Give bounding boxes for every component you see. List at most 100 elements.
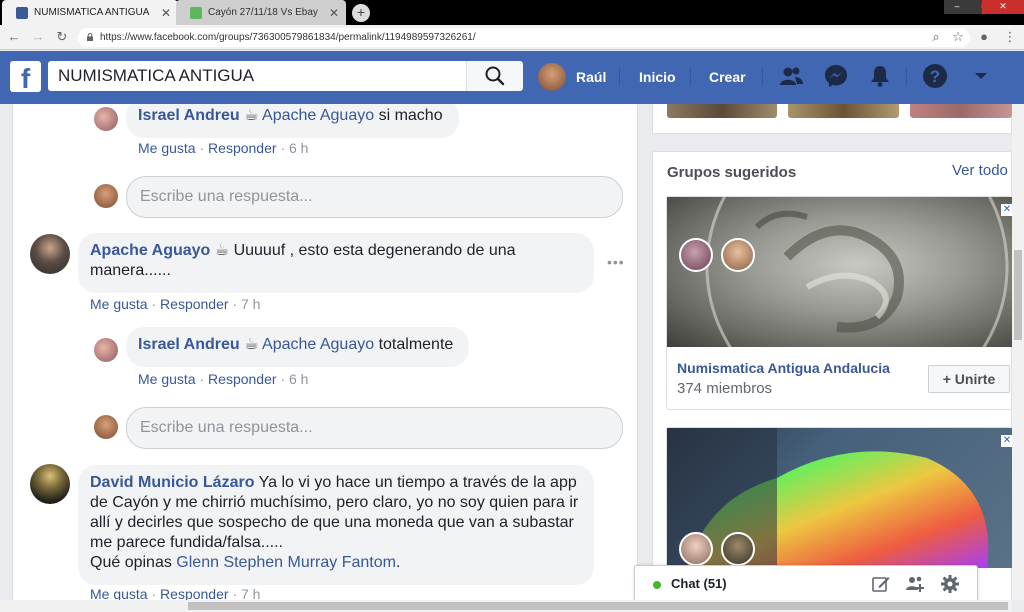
photo-thumbnail[interactable] [788,104,899,118]
timestamp[interactable]: 6 h [289,371,308,387]
chrome-menu-icon[interactable]: ⋮ [1002,29,1018,45]
reply-input[interactable]: Escribe una respuesta... GIF [126,176,623,218]
divider [690,68,691,86]
reply-link[interactable]: Responder [208,140,277,156]
chat-bar[interactable]: Chat (51) [634,565,978,601]
photo-thumbnail[interactable] [910,104,1012,118]
gear-icon[interactable] [940,574,960,594]
svg-text:?: ? [930,67,940,86]
bookmark-star-icon[interactable]: ☆ [950,29,966,45]
comment-actions: Me gusta · Responder · 7 h [90,296,261,312]
search-button[interactable] [466,61,523,91]
tab-title: Cayón 27/11/18 Vs Ebay [208,7,318,18]
comment-author[interactable]: Israel Andreu [138,107,240,124]
reply-placeholder: Escribe una respuesta... [140,419,313,436]
avatar[interactable] [94,338,118,362]
coffee-cup-icon: ☕ [244,336,259,353]
new-tab-button[interactable]: + [352,4,370,22]
group-cover-photo[interactable] [667,428,1012,568]
like-link[interactable]: Me gusta [138,140,196,156]
comment-bubble: Israel Andreu ☕ Apache Aguayo totalmente [126,327,469,367]
close-tab-icon[interactable]: ✕ [326,6,342,20]
comment-text: Qué opinas [90,554,172,571]
divider [619,68,620,86]
mention-link[interactable]: Glenn Stephen Murray Fantom [176,554,396,571]
group-cover-photo[interactable] [667,197,1012,347]
profile-link[interactable]: Raúl [538,62,606,92]
vertical-scrollbar-thumb[interactable] [1014,250,1022,340]
browser-tab-active[interactable]: NUMISMATICA ANTIGUA ✕ [2,0,178,25]
minimize-window-button[interactable]: – [944,0,970,14]
browser-tab-inactive[interactable]: Cayón 27/11/18 Vs Ebay ✕ [176,0,346,25]
messenger-icon[interactable] [823,63,849,89]
horizontal-scrollbar-thumb[interactable] [188,602,1008,610]
vertical-scrollbar[interactable] [1012,104,1024,600]
reply-link[interactable]: Responder [160,296,229,312]
divider [762,68,763,86]
group-members: 374 miembros [677,380,773,397]
avatar [538,63,566,91]
comment-bubble: Apache Aguayo ☕ Uuuuuf , esto esta degen… [78,233,594,293]
comment-bubble: David Municio Lázaro Ya lo vi yo hace un… [78,465,594,585]
profile-name: Raúl [576,69,607,85]
facebook-logo-icon[interactable]: f [10,61,41,92]
avatar[interactable] [30,234,70,274]
reply-input[interactable]: Escribe una respuesta... GIF [126,407,623,449]
lock-icon [87,33,93,41]
coffee-cup-icon: ☕ [244,107,259,124]
photo-thumbnail[interactable] [667,104,777,118]
join-group-button[interactable]: + Unirte [928,365,1010,393]
timestamp[interactable]: 6 h [289,140,308,156]
comment-text: totalmente [378,336,454,353]
chat-label: Chat (51) [671,576,727,591]
avatar[interactable] [94,107,118,131]
reply-placeholder: Escribe una respuesta... [140,188,313,205]
avatar [679,238,713,272]
avatar[interactable] [30,464,70,504]
reply-link[interactable]: Responder [208,371,277,387]
mention-link[interactable]: Apache Aguayo [262,107,374,124]
online-status-dot [653,581,661,589]
see-all-link[interactable]: Ver todo [952,162,1008,179]
coffee-cup-icon: ☕ [214,242,230,259]
comment-text: . [395,554,401,571]
comment-actions: Me gusta · Responder · 6 h [138,371,309,387]
divider [906,68,907,86]
avatar [94,415,118,439]
close-window-button[interactable]: ✕ [982,0,1024,14]
home-link[interactable]: Inicio [639,62,676,92]
zoom-icon[interactable]: ⌕ [928,29,944,45]
timestamp[interactable]: 7 h [241,296,260,312]
comment-author[interactable]: David Municio Lázaro [90,474,254,491]
avatar [721,238,755,272]
new-message-icon[interactable] [871,574,891,594]
forward-arrow-icon[interactable]: → [30,29,46,45]
help-icon[interactable]: ? [922,63,948,89]
address-bar: ← → ↻ https://www.facebook.com/groups/73… [0,25,1024,50]
like-link[interactable]: Me gusta [138,371,196,387]
profile-icon[interactable]: ● [976,29,992,45]
mention-link[interactable]: Apache Aguayo [262,336,374,353]
comment-thread: Israel Andreu ☕ Apache Aguayo si macho M… [12,104,638,612]
reload-icon[interactable]: ↻ [54,29,70,45]
search-input[interactable] [48,61,466,91]
avatar [721,532,755,566]
friend-requests-icon[interactable] [778,63,804,89]
url-input[interactable]: https://www.facebook.com/groups/73630057… [78,28,970,47]
comment-author[interactable]: Israel Andreu [138,336,240,353]
notifications-bell-icon[interactable] [867,63,893,89]
avatar [679,532,713,566]
comment-author[interactable]: Apache Aguayo [90,242,210,259]
like-link[interactable]: Me gusta [90,296,148,312]
search-icon [485,66,505,86]
create-group-icon[interactable] [905,574,925,594]
coin-image [705,197,1009,347]
create-link[interactable]: Crear [709,62,746,92]
account-menu-chevron-icon[interactable] [968,63,994,89]
close-tab-icon[interactable]: ✕ [158,6,174,20]
more-options-icon[interactable]: ••• [607,254,625,270]
opal-image [667,428,989,568]
group-name-link[interactable]: Numismatica Antigua Andalucia [677,360,890,376]
back-arrow-icon[interactable]: ← [6,29,22,45]
comment-bubble: Israel Andreu ☕ Apache Aguayo si macho [126,104,459,138]
